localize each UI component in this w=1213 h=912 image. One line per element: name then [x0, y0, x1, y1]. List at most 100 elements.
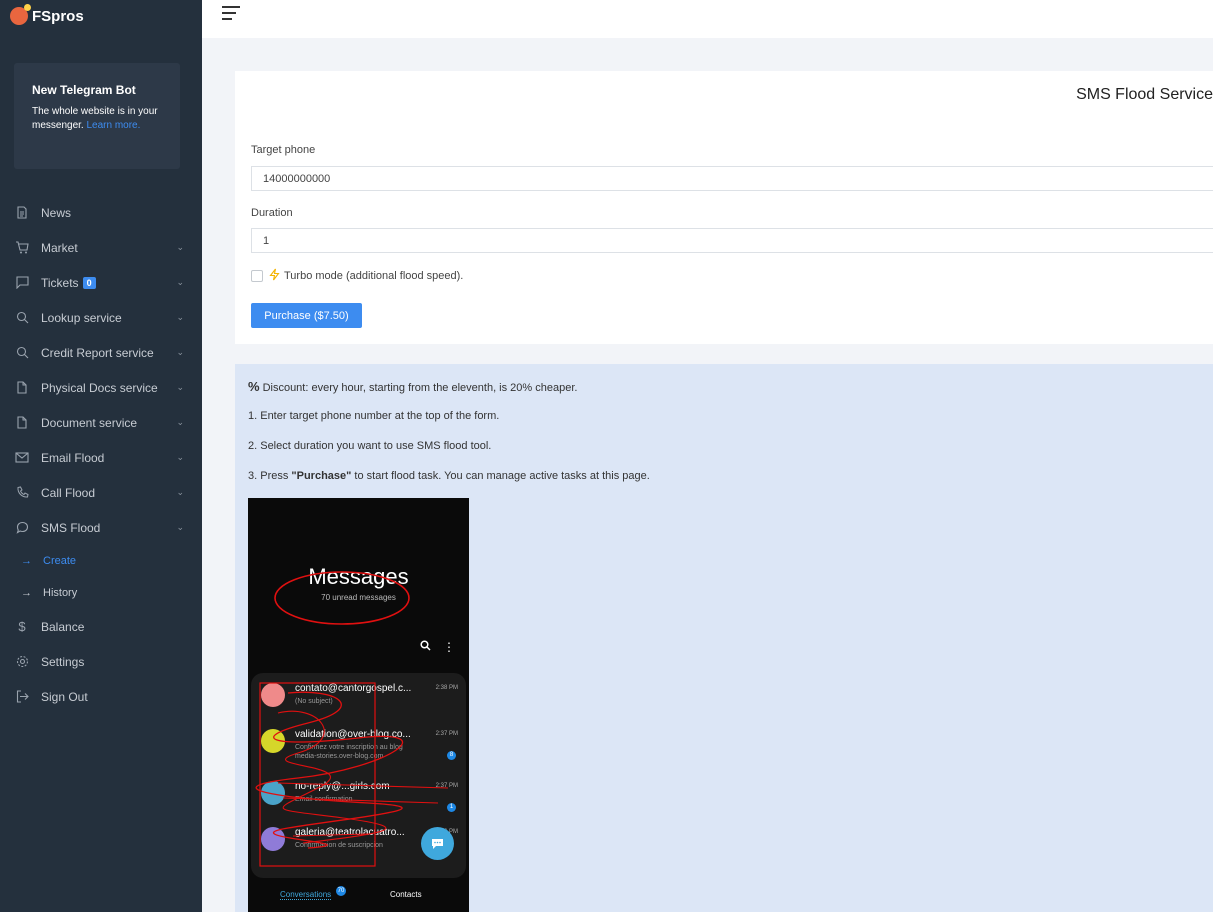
percent-icon: %: [248, 379, 260, 394]
sidebar-item-label: Physical Docs service: [41, 380, 158, 395]
conversation-time: 2:38 PM: [435, 685, 458, 691]
conversation-name: no-reply@...girls.com: [295, 781, 390, 792]
sidebar-item-physical-docs[interactable]: Physical Docs service ⌄: [0, 370, 202, 405]
sidebar-subitem-history[interactable]: → History: [0, 577, 202, 609]
sidebar-item-label: Create: [43, 555, 77, 567]
document-icon: [15, 206, 29, 220]
chevron-down-icon: ⌄: [176, 382, 184, 392]
sidebar-item-label: Call Flood: [41, 485, 96, 500]
chevron-down-icon: ⌄: [176, 487, 184, 497]
sidebar-item-email-flood[interactable]: Email Flood ⌄: [0, 440, 202, 475]
sidebar-item-label: Balance: [41, 619, 85, 634]
sidebar-item-news[interactable]: News: [0, 195, 202, 230]
sms-flood-form: SMS Flood Service Target phone 140000000…: [235, 71, 1213, 344]
sidebar-item-label: Lookup service: [41, 310, 122, 325]
sidebar-item-label: News: [41, 205, 72, 220]
chevron-down-icon: ⌄: [176, 242, 184, 252]
sidebar-item-label: Market: [41, 240, 78, 255]
instruction-step-2: 2. Select duration you want to use SMS f…: [248, 440, 492, 452]
purchase-button[interactable]: Purchase ($7.50): [251, 303, 362, 328]
mail-icon: [15, 451, 29, 465]
compose-message-icon: [421, 827, 454, 860]
conversation-time: 2:37 PM: [435, 731, 458, 737]
search-icon: [15, 346, 29, 360]
chevron-down-icon: ⌄: [176, 417, 184, 427]
avatar: [261, 781, 285, 805]
turbo-mode-row: Turbo mode (additional flood speed).: [251, 268, 463, 284]
arrow-right-icon: →: [21, 555, 32, 567]
chevron-down-icon: ⌄: [176, 312, 184, 322]
lightning-icon: [269, 268, 280, 284]
menu-toggle-icon[interactable]: [222, 6, 240, 20]
unread-badge: 1: [447, 803, 456, 812]
log-out-icon: [15, 690, 29, 704]
turbo-mode-checkbox[interactable]: [251, 270, 263, 282]
sidebar-item-label: Settings: [41, 654, 85, 669]
brand-logo-icon: [10, 4, 31, 25]
duration-label: Duration: [251, 207, 293, 219]
sidebar-item-settings[interactable]: Settings: [0, 644, 202, 679]
conversation-preview: (No subject): [295, 698, 333, 705]
message-circle-icon: [15, 521, 29, 535]
sidebar-item-sms-flood[interactable]: SMS Flood ⌄: [0, 510, 202, 545]
conversation-name: galeria@teatrolacuatro...: [295, 827, 405, 838]
chevron-down-icon: ⌄: [176, 452, 184, 462]
phone-tab-badge: 70: [336, 886, 346, 896]
phone-tab-contacts: Contacts: [390, 890, 422, 899]
conversation-list: contato@cantorgospel.c... (No subject) 2…: [251, 673, 466, 878]
sidebar-item-lookup[interactable]: Lookup service ⌄: [0, 300, 202, 335]
phone-tab-conversations: Conversations: [280, 890, 332, 900]
sidebar-item-label: Document service: [41, 415, 138, 430]
sidebar-item-label: Tickets: [41, 275, 79, 290]
sidebar-item-call-flood[interactable]: Call Flood ⌄: [0, 475, 202, 510]
file-icon: [15, 381, 29, 395]
sidebar: FSpros New Telegram Bot The whole websit…: [0, 0, 202, 912]
avatar: [261, 827, 285, 851]
sidebar-item-label: History: [43, 587, 78, 599]
chevron-down-icon: ⌄: [176, 277, 184, 287]
instruction-step-3: 3. Press "Purchase" to start flood task.…: [248, 470, 650, 482]
more-vertical-icon: ⋮: [443, 640, 455, 654]
message-square-icon: [15, 276, 29, 290]
brand[interactable]: FSpros: [0, 0, 202, 28]
search-icon: [420, 640, 431, 654]
list-item: contato@cantorgospel.c... (No subject) 2…: [251, 675, 466, 721]
brand-name: FSpros: [32, 7, 84, 25]
conversation-name: validation@over-blog.co...: [295, 729, 411, 740]
instructions-panel: % Discount: every hour, starting from the…: [235, 364, 1213, 912]
sidebar-item-sign-out[interactable]: Sign Out: [0, 679, 202, 714]
duration-input[interactable]: 1: [251, 228, 1213, 253]
turbo-mode-label: Turbo mode (additional flood speed).: [284, 270, 464, 282]
target-phone-input[interactable]: 14000000000: [251, 166, 1213, 191]
sidebar-subitem-create[interactable]: → Create: [0, 545, 202, 577]
sidebar-nav: News Market ⌄ Tickets 0 ⌄ Lookup service…: [0, 195, 202, 714]
learn-more-link[interactable]: Learn more.: [86, 120, 140, 131]
list-item: validation@over-blog.co... Confirmez vot…: [251, 721, 466, 767]
phone-actions: ⋮: [420, 640, 455, 654]
sidebar-item-market[interactable]: Market ⌄: [0, 230, 202, 265]
chevron-down-icon: ⌄: [176, 522, 184, 532]
phone-bottom-tabs: Conversations 70 Contacts: [248, 882, 469, 912]
phone-messages-title: Messages: [308, 564, 409, 589]
phone-icon: [15, 486, 29, 500]
arrow-right-icon: →: [21, 587, 32, 599]
sidebar-item-balance[interactable]: $ Balance: [0, 609, 202, 644]
conversation-preview: Confirmez votre inscription au blog medi…: [295, 744, 403, 760]
file-icon: [15, 416, 29, 430]
dollar-icon: $: [18, 619, 26, 634]
conversation-preview: Confirmacion de suscripcion: [295, 842, 383, 849]
sidebar-item-label: Sign Out: [41, 689, 88, 704]
avatar: [261, 683, 285, 707]
target-phone-label: Target phone: [251, 144, 316, 156]
sidebar-item-label: SMS Flood: [41, 520, 101, 535]
gear-icon: [15, 655, 29, 669]
avatar: [261, 729, 285, 753]
sidebar-item-document-service[interactable]: Document service ⌄: [0, 405, 202, 440]
instruction-step-1: 1. Enter target phone number at the top …: [248, 410, 500, 422]
promo-text: The whole website is in your messenger. …: [32, 106, 158, 131]
promo-title: New Telegram Bot: [32, 83, 136, 97]
sidebar-item-tickets[interactable]: Tickets 0 ⌄: [0, 265, 202, 300]
sidebar-item-label: Email Flood: [41, 450, 105, 465]
chevron-down-icon: ⌄: [176, 347, 184, 357]
sidebar-item-credit-report[interactable]: Credit Report service ⌄: [0, 335, 202, 370]
